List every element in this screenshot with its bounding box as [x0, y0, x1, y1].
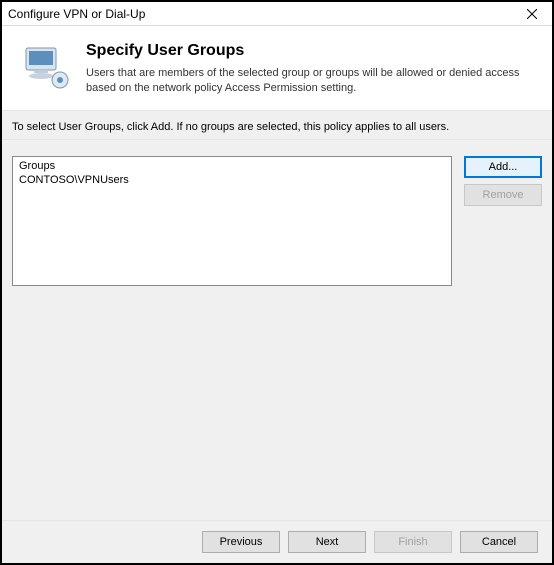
- close-button[interactable]: [512, 2, 552, 26]
- wizard-header: Specify User Groups Users that are membe…: [2, 26, 552, 110]
- wizard-footer: Previous Next Finish Cancel: [2, 520, 552, 563]
- side-button-group: Add... Remove: [464, 156, 542, 206]
- previous-button[interactable]: Previous: [202, 531, 280, 553]
- header-text-block: Specify User Groups Users that are membe…: [86, 42, 534, 96]
- list-item[interactable]: CONTOSO\VPNUsers: [19, 173, 445, 187]
- finish-button: Finish: [374, 531, 452, 553]
- titlebar: Configure VPN or Dial-Up: [2, 2, 552, 26]
- window-title: Configure VPN or Dial-Up: [8, 7, 145, 21]
- page-description: Users that are members of the selected g…: [86, 66, 534, 96]
- next-button[interactable]: Next: [288, 531, 366, 553]
- add-button[interactable]: Add...: [464, 156, 542, 178]
- groups-listbox[interactable]: Groups CONTOSO\VPNUsers: [12, 156, 452, 286]
- instruction-text: To select User Groups, click Add. If no …: [2, 110, 552, 140]
- content-area: Groups CONTOSO\VPNUsers Add... Remove: [2, 140, 552, 520]
- page-heading: Specify User Groups: [86, 42, 534, 60]
- groups-column-header: Groups: [19, 159, 445, 173]
- computer-network-icon: [20, 42, 70, 92]
- cancel-button[interactable]: Cancel: [460, 531, 538, 553]
- close-icon: [527, 9, 537, 19]
- remove-button: Remove: [464, 184, 542, 206]
